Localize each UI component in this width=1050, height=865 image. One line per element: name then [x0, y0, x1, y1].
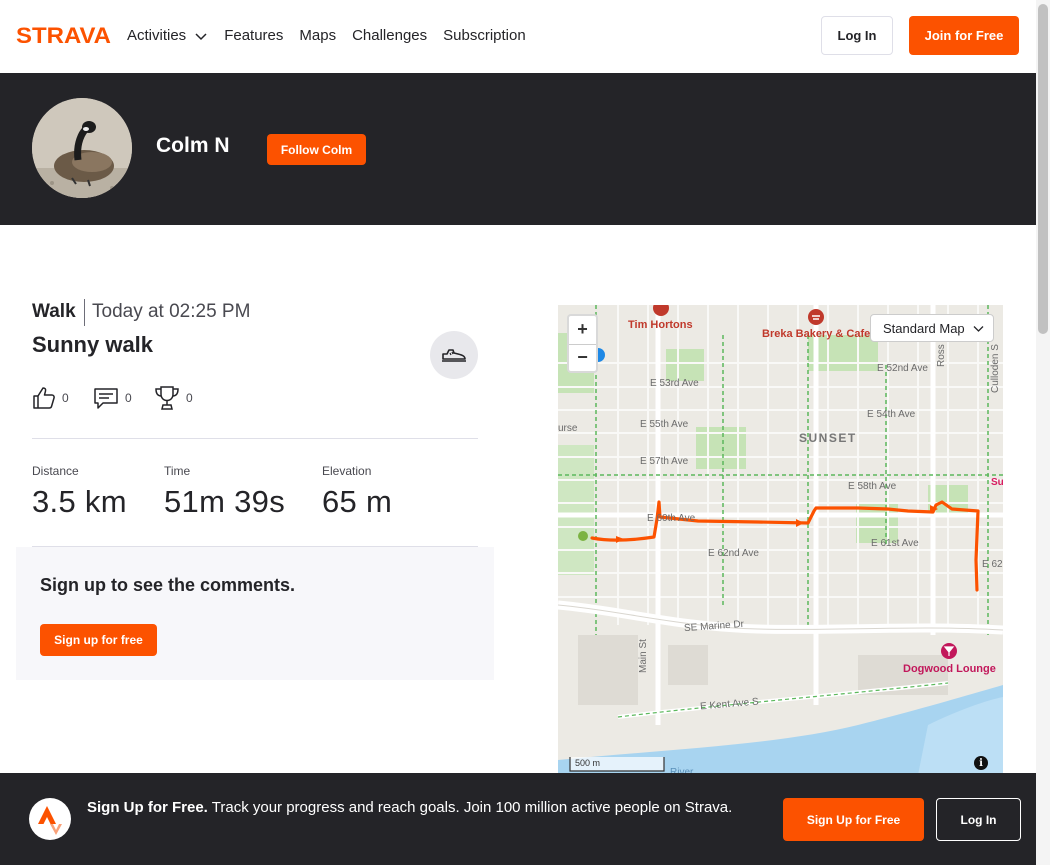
strava-mark-icon	[38, 806, 62, 835]
street-label: E 52nd Ave	[877, 363, 928, 374]
street-label: Culloden S	[990, 344, 1001, 393]
street-label: E 53rd Ave	[650, 378, 699, 389]
activity-title: Sunny walk	[32, 332, 154, 357]
goose-photo	[32, 98, 132, 198]
route-map[interactable]: E 53rd Ave E 52nd Ave E 54th Ave E 55th …	[558, 305, 1003, 775]
chevron-down-icon	[195, 32, 207, 40]
poi-label[interactable]: Breka Bakery & Cafe	[762, 328, 870, 340]
map-scale: 500 m	[575, 758, 601, 768]
top-nav: STRAVA Activities Features Maps Challeng…	[0, 0, 1036, 73]
comments-signup-panel: Sign up to see the comments. Sign up for…	[16, 547, 494, 680]
nav-subscription[interactable]: Subscription	[443, 27, 526, 44]
footer-message: Sign Up for Free. Track your progress an…	[87, 797, 767, 819]
footer-body: Track your progress and reach goals. Joi…	[211, 799, 733, 816]
stat-distance: Distance 3.5 km	[32, 464, 127, 520]
map-style-label: Standard Map	[883, 320, 965, 336]
street-label: E 58th Ave	[848, 481, 897, 492]
footer-login-button[interactable]: Log In	[936, 798, 1021, 841]
thumbs-up-icon	[33, 387, 55, 409]
zoom-out-button[interactable]: −	[569, 344, 596, 371]
gear-button[interactable]	[430, 331, 478, 379]
nav-features[interactable]: Features	[224, 27, 283, 44]
login-button[interactable]: Log In	[821, 16, 893, 55]
svg-text:STRAVA: STRAVA	[16, 26, 111, 46]
stat-label: Elevation	[322, 464, 372, 478]
activity-type: Walk	[32, 301, 76, 322]
map-style-select[interactable]: Standard Map	[870, 314, 994, 342]
signup-footer: Sign Up for Free. Track your progress an…	[0, 773, 1036, 865]
kudos-button[interactable]: 0	[32, 384, 69, 412]
street-label: E 57th Ave	[640, 456, 689, 467]
shoe-icon	[442, 349, 466, 362]
stat-label: Distance	[32, 464, 79, 478]
nav-challenges[interactable]: Challenges	[352, 27, 427, 44]
trophy-icon	[155, 386, 179, 410]
nav-maps[interactable]: Maps	[299, 27, 336, 44]
zoom-controls: + −	[567, 314, 598, 373]
achievements-button[interactable]: 0	[154, 384, 193, 412]
stat-time: Time 51m 39s	[164, 464, 285, 520]
neighborhood-label: SUNSET	[799, 431, 857, 445]
comments-count: 0	[125, 391, 132, 405]
avatar[interactable]	[32, 98, 132, 198]
footer-headline: Sign Up for Free.	[87, 799, 208, 816]
scrollbar-thumb[interactable]	[1038, 4, 1048, 334]
nav-activities-label: Activities	[127, 27, 187, 44]
info-icon[interactable]: i	[974, 756, 988, 770]
nav-challenges-label: Challenges	[352, 27, 428, 44]
poi-label: Su	[991, 477, 1003, 488]
nav-features-label: Features	[224, 27, 284, 44]
street-label: Ross	[936, 344, 947, 367]
athlete-name[interactable]: Colm N	[156, 134, 230, 158]
comments-button[interactable]: 0	[93, 384, 132, 412]
map-canvas	[558, 305, 1003, 775]
zoom-in-button[interactable]: +	[569, 316, 596, 343]
poi-label[interactable]: Tim Hortons	[628, 319, 693, 331]
chevron-down-icon	[973, 326, 984, 332]
street-label: E 62nd Ave	[708, 548, 759, 559]
strava-mark-icon	[29, 798, 71, 840]
street-label: E 54th Ave	[867, 409, 916, 420]
poi-label[interactable]: Dogwood Lounge	[903, 663, 996, 675]
stat-elevation: Elevation 65 m	[322, 464, 392, 520]
activity-page: STRAVA Activities Features Maps Challeng…	[0, 0, 1050, 865]
divider	[84, 299, 85, 326]
achievements-count: 0	[186, 391, 193, 405]
street-label: E 55th Ave	[640, 419, 689, 430]
comments-signup-title: Sign up to see the comments.	[40, 575, 296, 595]
street-label: Main St	[638, 639, 649, 673]
nav-activities[interactable]: Activities	[127, 27, 208, 44]
street-label: urse	[558, 423, 578, 434]
comment-icon	[94, 388, 118, 409]
activity-datetime: Today at 02:25 PM	[92, 301, 251, 322]
stat-label: Time	[164, 464, 191, 478]
stat-value: 3.5 km	[32, 484, 127, 519]
kudos-count: 0	[62, 391, 69, 405]
stat-value: 65 m	[322, 484, 393, 519]
strava-logo[interactable]: STRAVA	[16, 26, 112, 46]
stat-value: 51m 39s	[164, 484, 285, 519]
footer-signup-button[interactable]: Sign Up for Free	[783, 798, 924, 841]
comments-signup-button[interactable]: Sign up for free	[40, 624, 157, 656]
nav-maps-label: Maps	[299, 27, 337, 44]
join-button[interactable]: Join for Free	[909, 16, 1019, 55]
street-label: E 61st Ave	[871, 538, 919, 549]
street-label: E 62nd Av	[982, 559, 1003, 570]
street-label: E 60th Ave	[647, 513, 696, 524]
nav-links: Activities Features Maps Challenges Subs…	[127, 0, 542, 71]
divider	[32, 438, 478, 439]
follow-button[interactable]: Follow Colm	[267, 134, 366, 165]
nav-subscription-label: Subscription	[443, 27, 526, 44]
